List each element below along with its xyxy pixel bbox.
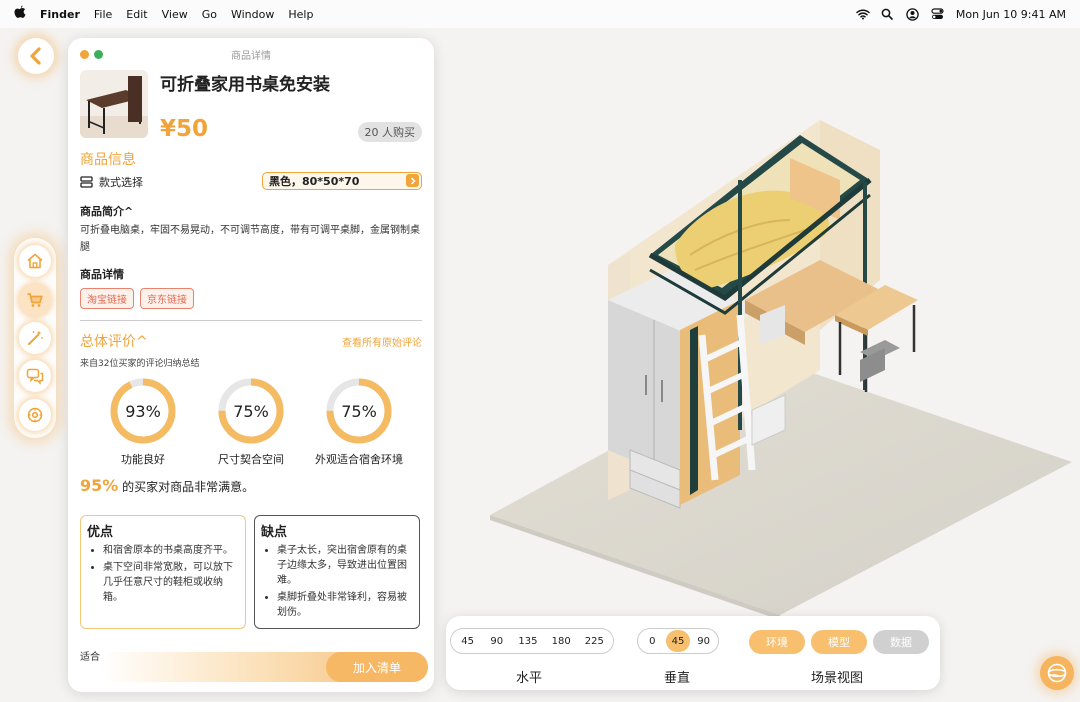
vertical-angle-selector: 0 45 90 xyxy=(637,628,719,654)
search-icon[interactable] xyxy=(881,8,894,21)
divider xyxy=(80,320,422,321)
product-detail-panel: 商品详情 可折叠家用书桌免安装 ¥50 20 人购买 商品信息 款式选择 黑色，… xyxy=(68,38,434,692)
horizontal-option[interactable]: 45 xyxy=(455,630,481,652)
wifi-icon[interactable] xyxy=(856,8,870,21)
nav-settings-button[interactable] xyxy=(19,398,51,431)
vertical-label: 垂直 xyxy=(664,671,691,686)
nav-cart-button[interactable] xyxy=(19,283,51,316)
back-button[interactable] xyxy=(18,38,54,74)
pros-box: 优点 和宿舍原本的书桌高度齐平。 桌下空间非常宽敞，可以放下几乎任意尺寸的鞋柜或… xyxy=(80,515,246,629)
view-controls: 45 90 135 180 225 水平 0 45 90 垂直 环境 模型 数据… xyxy=(446,616,940,690)
horizontal-angle-selector: 45 90 135 180 225 xyxy=(450,628,614,654)
intro-title[interactable]: 商品简介^ xyxy=(80,203,133,219)
product-thumbnail[interactable] xyxy=(80,70,148,138)
style-select-label: 款式选择 xyxy=(99,176,143,189)
menu-go[interactable]: Go xyxy=(202,8,217,21)
detail-title: 商品详情 xyxy=(80,268,124,281)
panel-title: 商品详情 xyxy=(231,51,271,62)
floating-action-button[interactable] xyxy=(1040,656,1074,690)
add-to-list-button[interactable]: 加入清单 xyxy=(326,652,428,682)
nav-chat-button[interactable] xyxy=(19,360,51,393)
menu-bar: Finder File Edit View Go Window Help Mon… xyxy=(0,0,1080,28)
room-3d-scene[interactable] xyxy=(440,30,1080,630)
product-info-title: 商品信息 xyxy=(80,152,136,168)
nav-magic-button[interactable] xyxy=(19,321,51,354)
ring-label: 尺寸契合空间 xyxy=(218,453,284,466)
view-environment-button[interactable]: 环境 xyxy=(749,630,805,654)
cons-item: 桌脚折叠处非常锋利，容易被划伤。 xyxy=(277,590,413,620)
suitable-label: 适合 xyxy=(80,652,100,663)
taobao-link-button[interactable]: 淘宝链接 xyxy=(80,288,134,309)
ring-label: 功能良好 xyxy=(121,453,165,466)
user-icon[interactable] xyxy=(906,7,919,21)
style-select-dropdown[interactable]: 黑色，80*50*70 xyxy=(262,172,422,190)
product-price: ¥50 xyxy=(160,116,209,142)
menu-edit[interactable]: Edit xyxy=(126,8,147,21)
menu-view[interactable]: View xyxy=(162,8,188,21)
ring-label: 外观适合宿舍环境 xyxy=(315,453,403,466)
review-title[interactable]: 总体评价^ xyxy=(80,331,148,351)
vertical-option-selected[interactable]: 45 xyxy=(665,630,690,652)
ring-value: 75% xyxy=(233,401,269,421)
horizontal-option[interactable]: 90 xyxy=(484,630,510,652)
product-name: 可折叠家用书桌免安装 xyxy=(160,75,330,95)
review-summary-source: 来自32位买家的评论归纳总结 xyxy=(80,359,200,369)
menu-help[interactable]: Help xyxy=(288,8,313,21)
view-data-button[interactable]: 数据 xyxy=(873,630,929,654)
horizontal-option[interactable]: 135 xyxy=(513,630,543,652)
home-icon xyxy=(27,253,43,269)
chevron-left-icon xyxy=(30,47,41,65)
menu-window[interactable]: Window xyxy=(231,8,274,21)
cart-icon xyxy=(27,292,43,307)
cons-box: 缺点 桌子太长，突出宿舍原有的桌子边缘太多，导致进出位置困难。 桌脚折叠处非常锋… xyxy=(254,515,420,629)
nav-home-button[interactable] xyxy=(19,245,51,278)
pros-item: 桌下空间非常宽敞，可以放下几乎任意尺寸的鞋柜或收纳箱。 xyxy=(103,560,239,605)
left-nav xyxy=(14,238,56,438)
satisfaction-text: 的买家对商品非常满意。 xyxy=(122,480,255,494)
gear-icon xyxy=(27,407,43,423)
vertical-option[interactable]: 0 xyxy=(641,630,663,652)
ring-value: 75% xyxy=(341,401,377,421)
menu-file[interactable]: File xyxy=(94,8,112,21)
style-select-value: 黑色，80*50*70 xyxy=(269,175,360,188)
horizontal-option[interactable]: 180 xyxy=(546,630,576,652)
horizontal-option[interactable]: 225 xyxy=(579,630,609,652)
jd-link-button[interactable]: 京东链接 xyxy=(140,288,194,309)
ring-function: 93% xyxy=(109,377,177,445)
pros-title: 优点 xyxy=(87,525,114,540)
intro-text: 可折叠电脑桌，牢固不易晃动，不可调节高度，带有可调平桌脚，金属钢制桌腿 xyxy=(80,225,420,253)
menu-app-name[interactable]: Finder xyxy=(40,8,80,21)
horizontal-label: 水平 xyxy=(516,671,543,686)
view-all-reviews-link[interactable]: 查看所有原始评论 xyxy=(342,334,422,349)
control-center-icon[interactable] xyxy=(931,7,944,21)
layers-icon xyxy=(80,176,93,188)
magic-wand-icon xyxy=(28,330,43,345)
ring-size: 75% xyxy=(217,377,285,445)
pros-item: 和宿舍原本的书桌高度齐平。 xyxy=(103,543,239,558)
ring-appearance: 75% xyxy=(325,377,393,445)
view-model-button[interactable]: 模型 xyxy=(811,630,867,654)
style-select-row: 款式选择 xyxy=(80,174,143,190)
cons-title: 缺点 xyxy=(261,525,288,540)
ring-value: 93% xyxy=(125,401,161,421)
buyers-count-badge: 20 人购买 xyxy=(357,122,422,142)
vertical-option[interactable]: 90 xyxy=(693,630,715,652)
chat-icon xyxy=(26,369,44,386)
cons-item: 桌子太长，突出宿舍原有的桌子边缘太多，导致进出位置困难。 xyxy=(277,543,413,588)
satisfaction-line: 95% 的买家对商品非常满意。 xyxy=(80,476,254,495)
apple-menu-icon[interactable] xyxy=(14,5,26,23)
orbit-icon xyxy=(1047,663,1067,683)
chevron-right-icon xyxy=(406,174,419,187)
menu-clock[interactable]: Mon Jun 10 9:41 AM xyxy=(956,8,1066,21)
satisfaction-percent: 95% xyxy=(80,476,119,495)
scene-view-label: 场景视图 xyxy=(811,671,864,686)
